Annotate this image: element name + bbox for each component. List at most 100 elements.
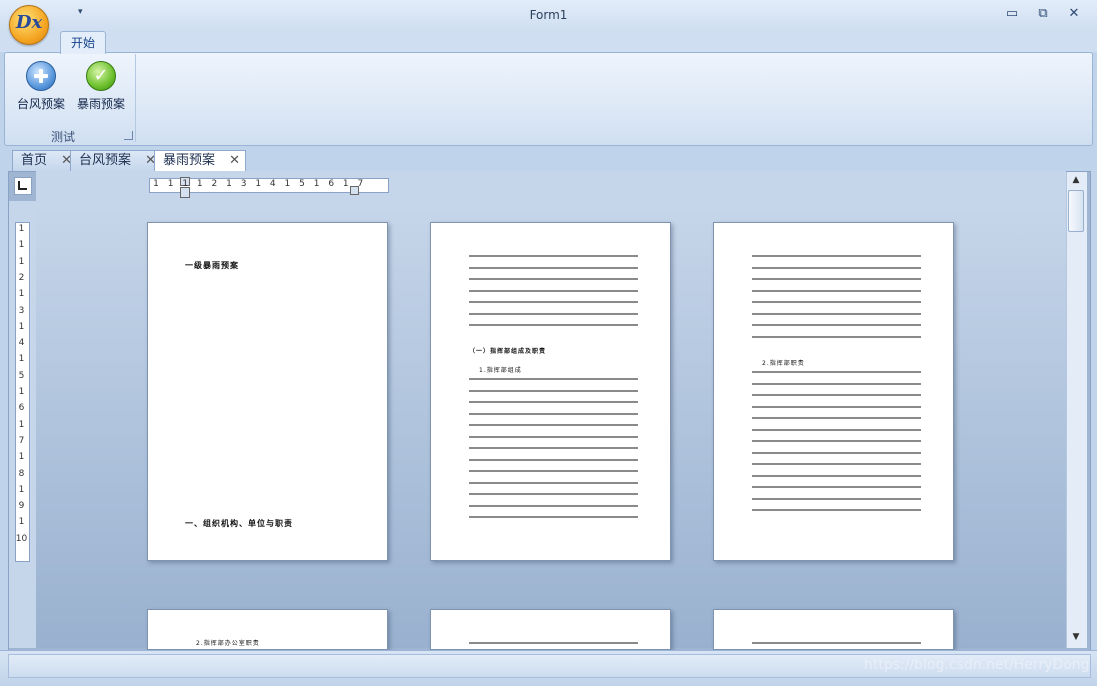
watermark-text: https://blog.csdn.net/HerryDong <box>864 657 1090 673</box>
doc-tab-home[interactable]: 首页 ✕ <box>12 150 78 171</box>
ruler-tick-label: 1 <box>18 224 25 234</box>
sub-heading: 1.指挥部组成 <box>479 367 522 374</box>
page-5[interactable] <box>430 609 671 650</box>
text-line <box>469 324 638 326</box>
text-line <box>469 493 638 495</box>
ruler-tick-label: 5 <box>299 179 305 189</box>
sub-heading: 2.指挥部办公室职责 <box>196 640 260 647</box>
ruler-tick-label: 2 <box>18 272 25 283</box>
ruler-tick-label: 1 <box>153 179 159 189</box>
text-line <box>469 435 638 438</box>
typhoon-plan-label: 台风预案 <box>16 97 65 111</box>
ribbon-panel <box>4 52 1093 146</box>
page-6[interactable] <box>713 609 954 650</box>
text-line <box>752 394 921 396</box>
restore-button[interactable]: ⧉ <box>1031 4 1055 24</box>
ruler-tick-label: 8 <box>18 468 25 479</box>
ruler-tick-label: 1 <box>255 179 262 189</box>
text-line <box>752 335 921 338</box>
minimize-button[interactable]: ▭ <box>1000 4 1024 24</box>
scrollbar-thumb[interactable] <box>1068 190 1084 232</box>
ribbon-tab-start[interactable]: 开始 <box>60 31 106 54</box>
text-line <box>469 389 638 392</box>
ruler-tick-label: 5 <box>18 370 25 381</box>
ruler-tick-label: 1 <box>18 321 25 332</box>
ruler-tick-label: 10 <box>15 533 28 544</box>
ruler-tick-label: 1 <box>226 179 232 189</box>
ruler-tick-label: 1 <box>18 517 25 528</box>
text-line <box>752 509 921 511</box>
text-line <box>469 447 638 449</box>
text-line <box>469 278 638 280</box>
close-button[interactable]: ✕ <box>1062 4 1086 24</box>
doc-tab-rainstorm[interactable]: 暴雨预案 ✕ <box>154 150 246 172</box>
page-3[interactable]: 2.指挥部职责 <box>713 222 954 561</box>
ruler-tick-label: 1 <box>313 179 320 189</box>
rainstorm-plan-label: 暴雨预案 <box>76 97 125 111</box>
text-line <box>469 424 638 426</box>
ruler-tick-label: 3 <box>240 179 247 189</box>
text-line <box>752 371 921 373</box>
scroll-up-icon[interactable]: ▲ <box>1068 175 1084 185</box>
text-line <box>752 440 921 442</box>
text-line <box>752 301 921 303</box>
app-logo-button[interactable]: Dx <box>9 5 49 45</box>
text-line <box>469 458 638 461</box>
ruler-tick-label: 1 <box>167 179 174 189</box>
ruler-tick-label: 3 <box>18 305 25 316</box>
page-heading: 一级暴雨预案 <box>185 261 239 270</box>
text-line <box>752 642 921 644</box>
rainstorm-plan-button[interactable]: ✓ 暴雨预案 <box>72 58 130 116</box>
text-line <box>752 486 921 488</box>
text-line <box>469 401 638 403</box>
text-line <box>752 255 921 257</box>
text-line <box>469 289 638 292</box>
text-line <box>752 474 921 477</box>
text-line <box>469 504 638 507</box>
ruler-tick-label: 6 <box>328 179 335 189</box>
doc-tab-label: 暴雨预案 <box>163 153 216 168</box>
ruler-tick-label: 7 <box>18 435 25 446</box>
text-line <box>469 378 638 380</box>
window-title: Form1 <box>529 8 568 22</box>
close-tab-icon[interactable]: ✕ <box>229 151 240 171</box>
sub-heading: 2.指挥部职责 <box>762 360 805 367</box>
ruler-tick-label: 1 <box>18 452 25 463</box>
ruler-tick-label: 1 <box>182 179 189 189</box>
text-line <box>752 497 921 500</box>
page-2[interactable]: （一）指挥部组成及职责 1.指挥部组成 <box>430 222 671 561</box>
vertical-scrollbar[interactable] <box>1066 172 1087 648</box>
text-line <box>752 278 921 280</box>
ruler-tick-label: 4 <box>18 338 25 349</box>
doc-tab-label: 台风预案 <box>79 153 132 168</box>
ruler-tick-label: 9 <box>18 501 25 512</box>
text-line <box>752 289 921 292</box>
typhoon-plan-button[interactable]: 台风预案 <box>12 58 70 116</box>
tab-stop-selector[interactable] <box>14 177 32 195</box>
ruler-tick-label: 1 <box>18 289 25 300</box>
add-circle-icon <box>26 61 56 91</box>
text-line <box>469 412 638 415</box>
text-line <box>752 463 921 465</box>
dialog-launcher-icon[interactable] <box>124 131 133 140</box>
text-line <box>469 470 638 472</box>
ruler-tick-label: 1 <box>18 484 25 495</box>
text-line <box>469 266 638 269</box>
text-line <box>752 324 921 326</box>
section-heading: （一）指挥部组成及职责 <box>469 348 547 355</box>
ruler-tick-label: 1 <box>18 387 25 397</box>
page-4[interactable]: 2.指挥部办公室职责 <box>147 609 388 650</box>
text-line <box>752 312 921 315</box>
text-line <box>752 266 921 269</box>
ruler-tick-label: 6 <box>18 403 25 414</box>
text-line <box>752 417 921 419</box>
text-line <box>752 405 921 408</box>
doc-tab-typhoon[interactable]: 台风预案 ✕ <box>70 150 162 171</box>
page-1[interactable]: 一级暴雨预案 一、组织机构、单位与职责 <box>147 222 388 561</box>
doc-tab-label: 首页 <box>21 153 48 168</box>
ruler-tick-label: 1 <box>196 179 203 189</box>
text-line <box>752 382 921 385</box>
scroll-down-icon[interactable]: ▼ <box>1068 632 1084 642</box>
ruler-tick-label: 7 <box>357 179 364 189</box>
text-line <box>469 481 638 484</box>
